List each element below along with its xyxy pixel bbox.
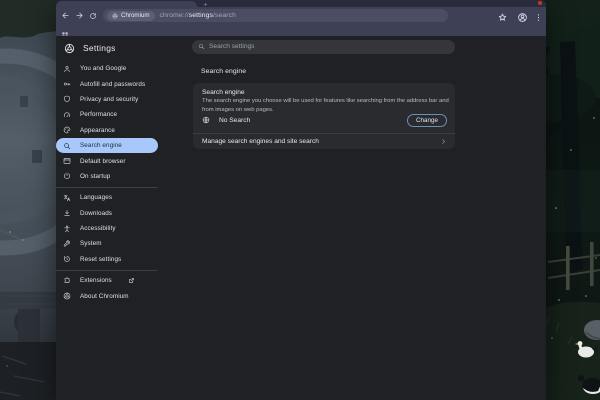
sidebar-item-label: Default browser: [80, 158, 126, 165]
settings-page: Settings You and Google Autofill and pass…: [56, 36, 546, 400]
download-icon: [63, 209, 71, 217]
site-chip[interactable]: Chromium: [107, 11, 155, 21]
forward-icon: [75, 7, 84, 25]
sidebar-item-label: System: [80, 240, 102, 247]
settings-search-placeholder: Search settings: [209, 43, 254, 50]
sidebar-item-label: Privacy and security: [80, 96, 138, 103]
sidebar-item-label: You and Google: [80, 65, 126, 72]
puzzle-icon: [63, 277, 71, 285]
sidebar-item-appearance[interactable]: Appearance: [56, 123, 158, 138]
translate-icon: [63, 194, 71, 202]
url-text: chrome://settings/search: [160, 12, 236, 19]
current-engine-value: No Search: [219, 117, 250, 124]
back-icon: [61, 7, 70, 25]
browser-icon: [63, 157, 71, 165]
chromium-logo-icon: [64, 43, 75, 54]
globe-icon: [202, 116, 210, 124]
settings-sidebar: Settings You and Google Autofill and pass…: [56, 36, 192, 400]
url-scheme: chrome://: [160, 12, 189, 19]
url-path: /search: [213, 12, 236, 19]
bookmark-button[interactable]: [497, 10, 508, 21]
browser-toolbar: Chromium chrome://settings/search: [56, 7, 546, 36]
forward-button[interactable]: [73, 10, 85, 22]
sidebar-item-label: Downloads: [80, 210, 112, 217]
apps-shortcut-button[interactable]: [61, 26, 69, 34]
browser-window: Chromium chrome://settings/search Settin…: [56, 0, 546, 400]
sidebar-item-label: On startup: [80, 173, 110, 180]
sidebar-item-search-engine[interactable]: Search engine: [56, 138, 158, 153]
reset-icon: [63, 255, 71, 263]
sidebar-item-label: Languages: [80, 194, 112, 201]
navigation-row: Chromium chrome://settings/search: [56, 7, 546, 24]
sidebar-divider: [56, 270, 158, 271]
accessibility-icon: [63, 225, 71, 233]
reload-icon: [89, 7, 97, 25]
power-icon: [63, 172, 71, 180]
manage-search-engines-row[interactable]: Manage search engines and site search: [193, 134, 455, 149]
sidebar-item-label: Performance: [80, 111, 117, 118]
back-button[interactable]: [59, 10, 71, 22]
key-icon: [63, 80, 71, 88]
search-icon: [198, 43, 205, 50]
sidebar-item-label: Extensions: [80, 277, 112, 284]
url-host: settings: [189, 12, 213, 19]
browser-menu-button[interactable]: [534, 10, 543, 21]
settings-nav: You and Google Autofill and passwords Priv…: [56, 61, 192, 304]
external-link-icon: [128, 277, 135, 284]
tab-strip: [56, 0, 546, 7]
chromium-icon: [63, 292, 71, 300]
settings-search-input[interactable]: Search settings: [192, 40, 455, 54]
wrench-icon: [63, 240, 71, 248]
bookmarks-bar: [56, 24, 546, 36]
sidebar-item-about-chromium[interactable]: About Chromium: [56, 288, 158, 303]
reload-button[interactable]: [87, 10, 99, 22]
desktop: { "toolbar": { "chip_label": "Chromium",…: [0, 0, 600, 400]
sidebar-item-accessibility[interactable]: Accessibility: [56, 221, 158, 236]
profile-button[interactable]: [517, 10, 528, 21]
search-icon: [63, 142, 71, 150]
sidebar-item-performance[interactable]: Performance: [56, 107, 158, 122]
settings-main: Search settings Search engine Search eng…: [192, 36, 546, 400]
palette-icon: [63, 126, 71, 134]
sidebar-item-downloads[interactable]: Downloads: [56, 206, 158, 221]
search-engine-card: Search engine The search engine you choo…: [193, 83, 455, 149]
sidebar-item-label: Reset settings: [80, 256, 121, 263]
site-chip-label: Chromium: [121, 12, 150, 19]
settings-title: Settings: [83, 43, 116, 53]
chevron-right-icon: [440, 138, 447, 145]
sidebar-item-you-and-google[interactable]: You and Google: [56, 61, 158, 76]
sidebar-item-label: Accessibility: [80, 225, 116, 232]
current-engine-row: No Search Change: [202, 111, 447, 129]
shield-icon: [63, 95, 71, 103]
chromium-logo-icon: [112, 13, 118, 19]
sidebar-item-label: Appearance: [80, 127, 115, 134]
sidebar-item-privacy-and-security[interactable]: Privacy and security: [56, 92, 158, 107]
sidebar-item-default-browser[interactable]: Default browser: [56, 153, 158, 168]
sidebar-item-extensions[interactable]: Extensions: [56, 273, 158, 288]
section-heading: Search engine: [201, 68, 246, 75]
sidebar-item-system[interactable]: System: [56, 236, 158, 251]
card-title: Search engine: [202, 89, 245, 96]
sidebar-item-label: Search engine: [80, 142, 122, 149]
plus-icon: [202, 2, 208, 7]
person-icon: [63, 65, 71, 73]
manage-row-label: Manage search engines and site search: [202, 138, 319, 145]
sidebar-item-on-startup[interactable]: On startup: [56, 169, 158, 184]
settings-header: Settings: [56, 40, 192, 56]
sidebar-item-languages[interactable]: Languages: [56, 190, 158, 205]
sidebar-item-label: Autofill and passwords: [80, 81, 145, 88]
change-button[interactable]: Change: [407, 114, 447, 127]
red-indicator-dot: [538, 1, 542, 5]
speedometer-icon: [63, 111, 71, 119]
address-bar[interactable]: Chromium chrome://settings/search: [103, 9, 448, 22]
sidebar-divider: [56, 187, 158, 188]
sidebar-item-label: About Chromium: [80, 293, 129, 300]
sidebar-item-autofill-and-passwords[interactable]: Autofill and passwords: [56, 76, 158, 91]
sidebar-item-reset-settings[interactable]: Reset settings: [56, 252, 158, 267]
